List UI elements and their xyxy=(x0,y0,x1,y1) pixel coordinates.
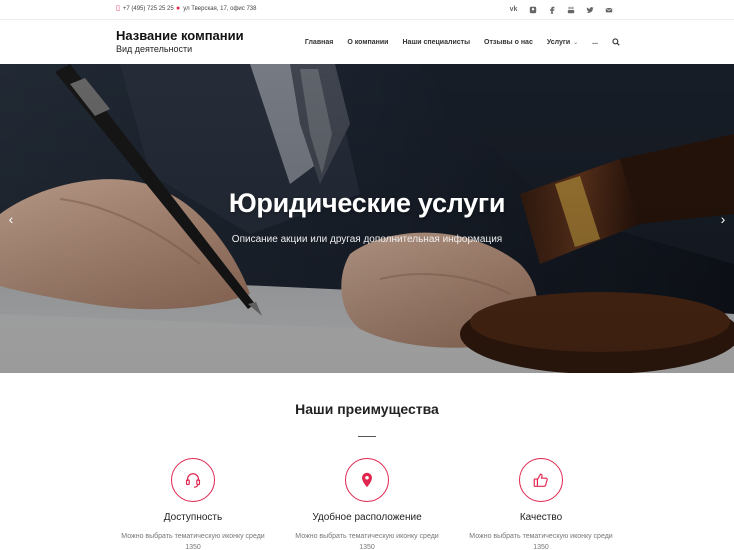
nav-item-about[interactable]: О компании xyxy=(347,39,388,46)
contact-address[interactable]: ● ул Тверская, 17, офис 738 xyxy=(176,5,256,12)
search-icon[interactable] xyxy=(612,38,620,46)
feature-title: Качество xyxy=(519,512,563,523)
company-name[interactable]: Название компании xyxy=(116,28,244,43)
youtube-icon[interactable] xyxy=(564,3,577,16)
slider-next-icon[interactable]: › xyxy=(716,211,730,227)
vk-icon[interactable]: vk xyxy=(507,3,520,16)
map-pin-icon xyxy=(362,472,372,488)
nav-item-specialists[interactable]: Наши специалисты xyxy=(402,39,470,46)
feature-title: Доступность xyxy=(163,512,223,523)
phone-text: +7 (495) 725 25 25 xyxy=(122,5,174,12)
feature-location: Удобное расположение Можно выбрать темат… xyxy=(287,458,447,550)
main-nav: Главная О компании Наши специалисты Отзы… xyxy=(305,38,620,46)
feature-description: Можно выбрать тематическую иконку среди … xyxy=(121,533,265,550)
address-text: ул Тверская, 17, офис 738 xyxy=(183,5,257,12)
company-activity: Вид деятельности xyxy=(116,44,193,54)
feature-quality: Качество Можно выбрать тематическую икон… xyxy=(461,458,621,550)
feature-availability: Доступность Можно выбрать тематическую и… xyxy=(113,458,273,550)
feature-description: Можно выбрать тематическую иконку среди … xyxy=(469,533,613,550)
advantages-title: Наши преимущества xyxy=(295,401,439,417)
nav-item-reviews[interactable]: Отзывы о нас xyxy=(484,39,533,46)
twitter-icon[interactable] xyxy=(583,3,596,16)
location-icon: ● xyxy=(176,5,181,12)
odnoklassniki-icon[interactable] xyxy=(526,3,539,16)
chevron-down-icon: ⌄ xyxy=(573,39,579,46)
thumbs-up-icon xyxy=(533,473,548,487)
feature-description: Можно выбрать тематическую иконку среди … xyxy=(295,533,439,550)
email-icon[interactable] xyxy=(602,3,615,16)
social-links: vk xyxy=(507,3,615,16)
contact-phone[interactable]: ▯ +7 (495) 725 25 25 xyxy=(116,5,174,12)
slider-prev-icon[interactable]: ‹ xyxy=(4,211,18,227)
nav-item-services[interactable]: Услуги ⌄ xyxy=(547,39,578,46)
headset-icon xyxy=(185,473,201,488)
facebook-icon[interactable] xyxy=(545,3,558,16)
nav-item-home[interactable]: Главная xyxy=(305,39,333,46)
feature-title: Удобное расположение xyxy=(312,512,422,523)
feature-icon-circle xyxy=(345,458,389,502)
hero-slider: Юридические услуги Описание акции или др… xyxy=(0,64,734,373)
nav-item-more[interactable]: ... xyxy=(592,39,598,46)
nav-item-services-label: Услуги xyxy=(546,38,571,46)
hero-subtitle: Описание акции или другая дополнительная… xyxy=(231,234,503,245)
site-header: Название компании Вид деятельности Главн… xyxy=(0,21,734,64)
hero-title: Юридические услуги xyxy=(228,188,506,218)
feature-icon-circle xyxy=(519,458,563,502)
top-bar: ▯ +7 (495) 725 25 25 ● ул Тверская, 17, … xyxy=(0,0,734,20)
section-divider xyxy=(358,436,376,437)
phone-icon: ▯ xyxy=(116,5,120,12)
feature-icon-circle xyxy=(171,458,215,502)
